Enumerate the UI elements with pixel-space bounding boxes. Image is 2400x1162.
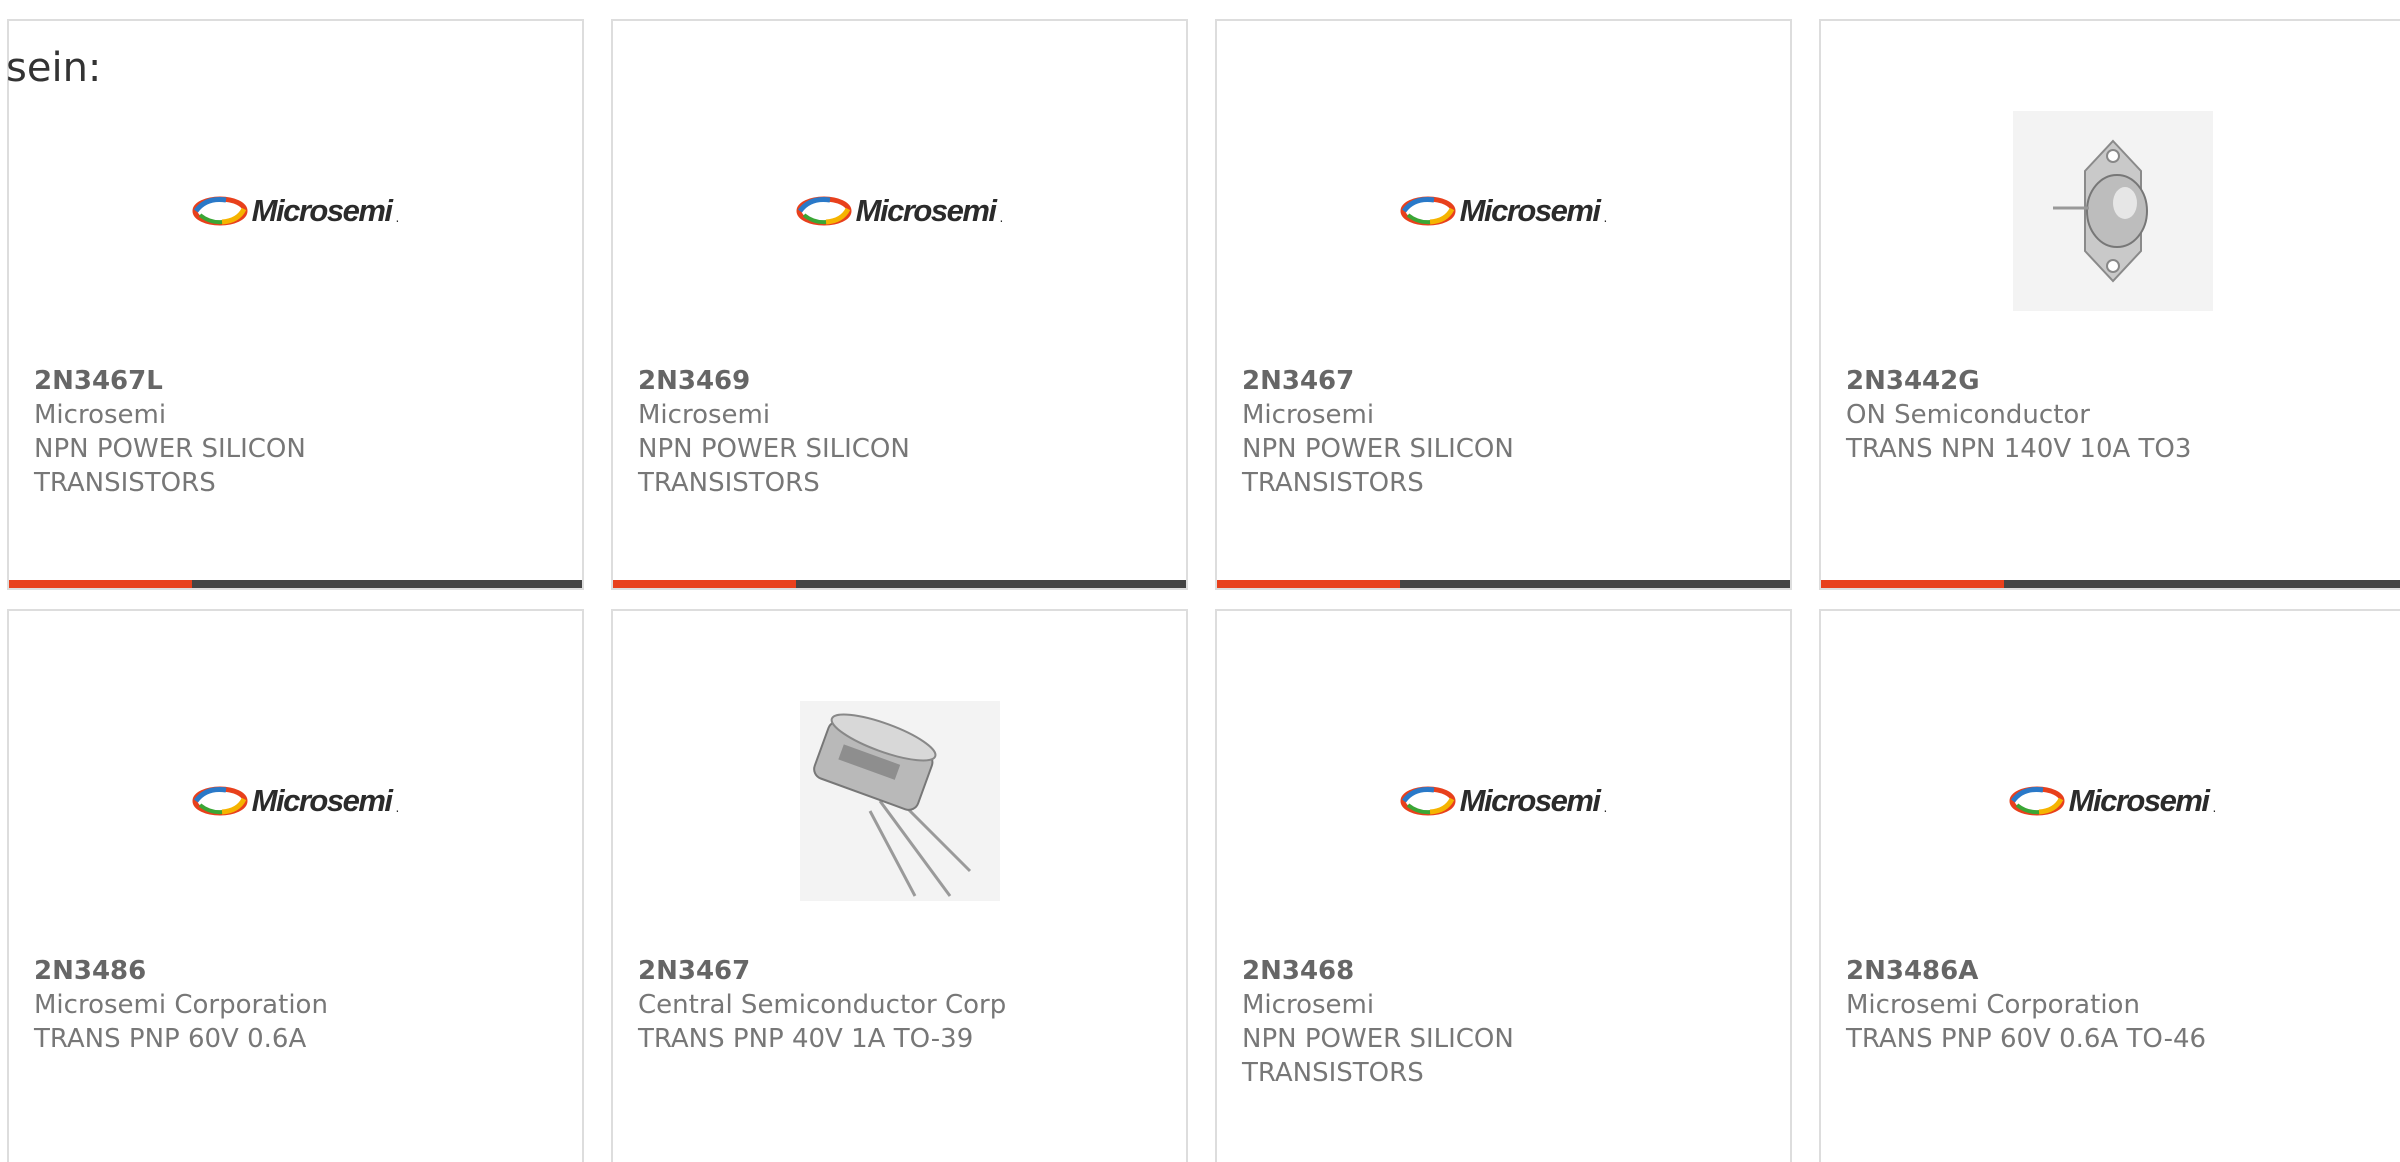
- product-image: Microsemi.: [9, 81, 582, 341]
- microsemi-logo: Microsemi.: [192, 783, 399, 819]
- microsemi-logo: Microsemi.: [2009, 783, 2216, 819]
- bar-accent: [9, 580, 192, 588]
- description: TRANS NPN 140V 10A TO3: [1846, 434, 2192, 464]
- product-card[interactable]: Microsemi. 2N3467 Microsemi NPN POWER SI…: [1215, 19, 1792, 590]
- product-image: Microsemi.: [9, 671, 582, 931]
- product-info: 2N3486 Microsemi Corporation TRANS PNP 6…: [34, 954, 562, 1056]
- intro-text: sein:: [6, 45, 102, 91]
- manufacturer: Microsemi: [638, 400, 771, 430]
- microsemi-swirl-icon: [796, 196, 852, 226]
- product-info: 2N3467 Microsemi NPN POWER SILICON TRANS…: [1242, 364, 1770, 500]
- part-number[interactable]: 2N3486: [34, 954, 562, 988]
- product-image: Microsemi.: [1217, 671, 1790, 931]
- product-image: Microsemi.: [1821, 671, 2400, 931]
- product-image: [613, 671, 1186, 931]
- part-number[interactable]: 2N3467: [638, 954, 1166, 988]
- product-card[interactable]: Microsemi. 2N3486 Microsemi Corporation …: [7, 609, 584, 1162]
- manufacturer: Microsemi Corporation: [34, 990, 328, 1020]
- product-grid-page: sein: Microsemi. 2N3467L Microsemi NPN P…: [0, 0, 2400, 1162]
- product-info: 2N3468 Microsemi NPN POWER SILICON TRANS…: [1242, 954, 1770, 1090]
- microsemi-logo: Microsemi.: [1400, 783, 1607, 819]
- product-info: 2N3486A Microsemi Corporation TRANS PNP …: [1846, 954, 2384, 1056]
- card-bottom-bar: [1217, 580, 1790, 588]
- description: TRANS PNP 60V 0.6A: [34, 1024, 307, 1054]
- product-card[interactable]: Microsemi. 2N3486A Microsemi Corporation…: [1819, 609, 2400, 1162]
- bar-accent: [1217, 580, 1400, 588]
- bar-accent: [1821, 580, 2004, 588]
- bar-accent: [613, 580, 796, 588]
- description: NPN POWER SILICON TRANSISTORS: [34, 434, 306, 498]
- product-info: 2N3467L Microsemi NPN POWER SILICON TRAN…: [34, 364, 562, 500]
- description: NPN POWER SILICON TRANSISTORS: [638, 434, 910, 498]
- part-number[interactable]: 2N3468: [1242, 954, 1770, 988]
- microsemi-swirl-icon: [192, 786, 248, 816]
- microsemi-logo: Microsemi.: [192, 193, 399, 229]
- to3-transistor-photo: [2012, 111, 2213, 311]
- product-card[interactable]: Microsemi. 2N3469 Microsemi NPN POWER SI…: [611, 19, 1188, 590]
- card-bottom-bar: [613, 580, 1186, 588]
- manufacturer: Microsemi: [1242, 400, 1375, 430]
- microsemi-logo: Microsemi.: [796, 193, 1003, 229]
- manufacturer: Microsemi: [1242, 990, 1375, 1020]
- part-number[interactable]: 2N3469: [638, 364, 1166, 398]
- part-number[interactable]: 2N3442G: [1846, 364, 2384, 398]
- description: TRANS PNP 60V 0.6A TO-46: [1846, 1024, 2207, 1054]
- microsemi-swirl-icon: [1400, 196, 1456, 226]
- card-bottom-bar: [1821, 580, 2400, 588]
- product-image: Microsemi.: [613, 81, 1186, 341]
- manufacturer: ON Semiconductor: [1846, 400, 2090, 430]
- product-card[interactable]: 2N3442G ON Semiconductor TRANS NPN 140V …: [1819, 19, 2400, 590]
- microsemi-swirl-icon: [1400, 786, 1456, 816]
- description: TRANS PNP 40V 1A TO-39: [638, 1024, 974, 1054]
- part-number[interactable]: 2N3467L: [34, 364, 562, 398]
- microsemi-logo: Microsemi.: [1400, 193, 1607, 229]
- product-card[interactable]: 2N3467 Central Semiconductor Corp TRANS …: [611, 609, 1188, 1162]
- product-info: 2N3469 Microsemi NPN POWER SILICON TRANS…: [638, 364, 1166, 500]
- product-info: 2N3442G ON Semiconductor TRANS NPN 140V …: [1846, 364, 2384, 466]
- product-card[interactable]: Microsemi. 2N3468 Microsemi NPN POWER SI…: [1215, 609, 1792, 1162]
- part-number[interactable]: 2N3486A: [1846, 954, 2384, 988]
- card-bottom-bar: [9, 580, 582, 588]
- product-info: 2N3467 Central Semiconductor Corp TRANS …: [638, 954, 1166, 1056]
- part-number[interactable]: 2N3467: [1242, 364, 1770, 398]
- product-image: Microsemi.: [1217, 81, 1790, 341]
- description: NPN POWER SILICON TRANSISTORS: [1242, 1024, 1514, 1088]
- to39-transistor-photo: [799, 701, 1000, 901]
- product-card[interactable]: Microsemi. 2N3467L Microsemi NPN POWER S…: [7, 19, 584, 590]
- manufacturer: Microsemi Corporation: [1846, 990, 2140, 1020]
- manufacturer: Microsemi: [34, 400, 167, 430]
- microsemi-swirl-icon: [192, 196, 248, 226]
- description: NPN POWER SILICON TRANSISTORS: [1242, 434, 1514, 498]
- microsemi-swirl-icon: [2009, 786, 2065, 816]
- manufacturer: Central Semiconductor Corp: [638, 990, 1007, 1020]
- product-image: [1821, 81, 2400, 341]
